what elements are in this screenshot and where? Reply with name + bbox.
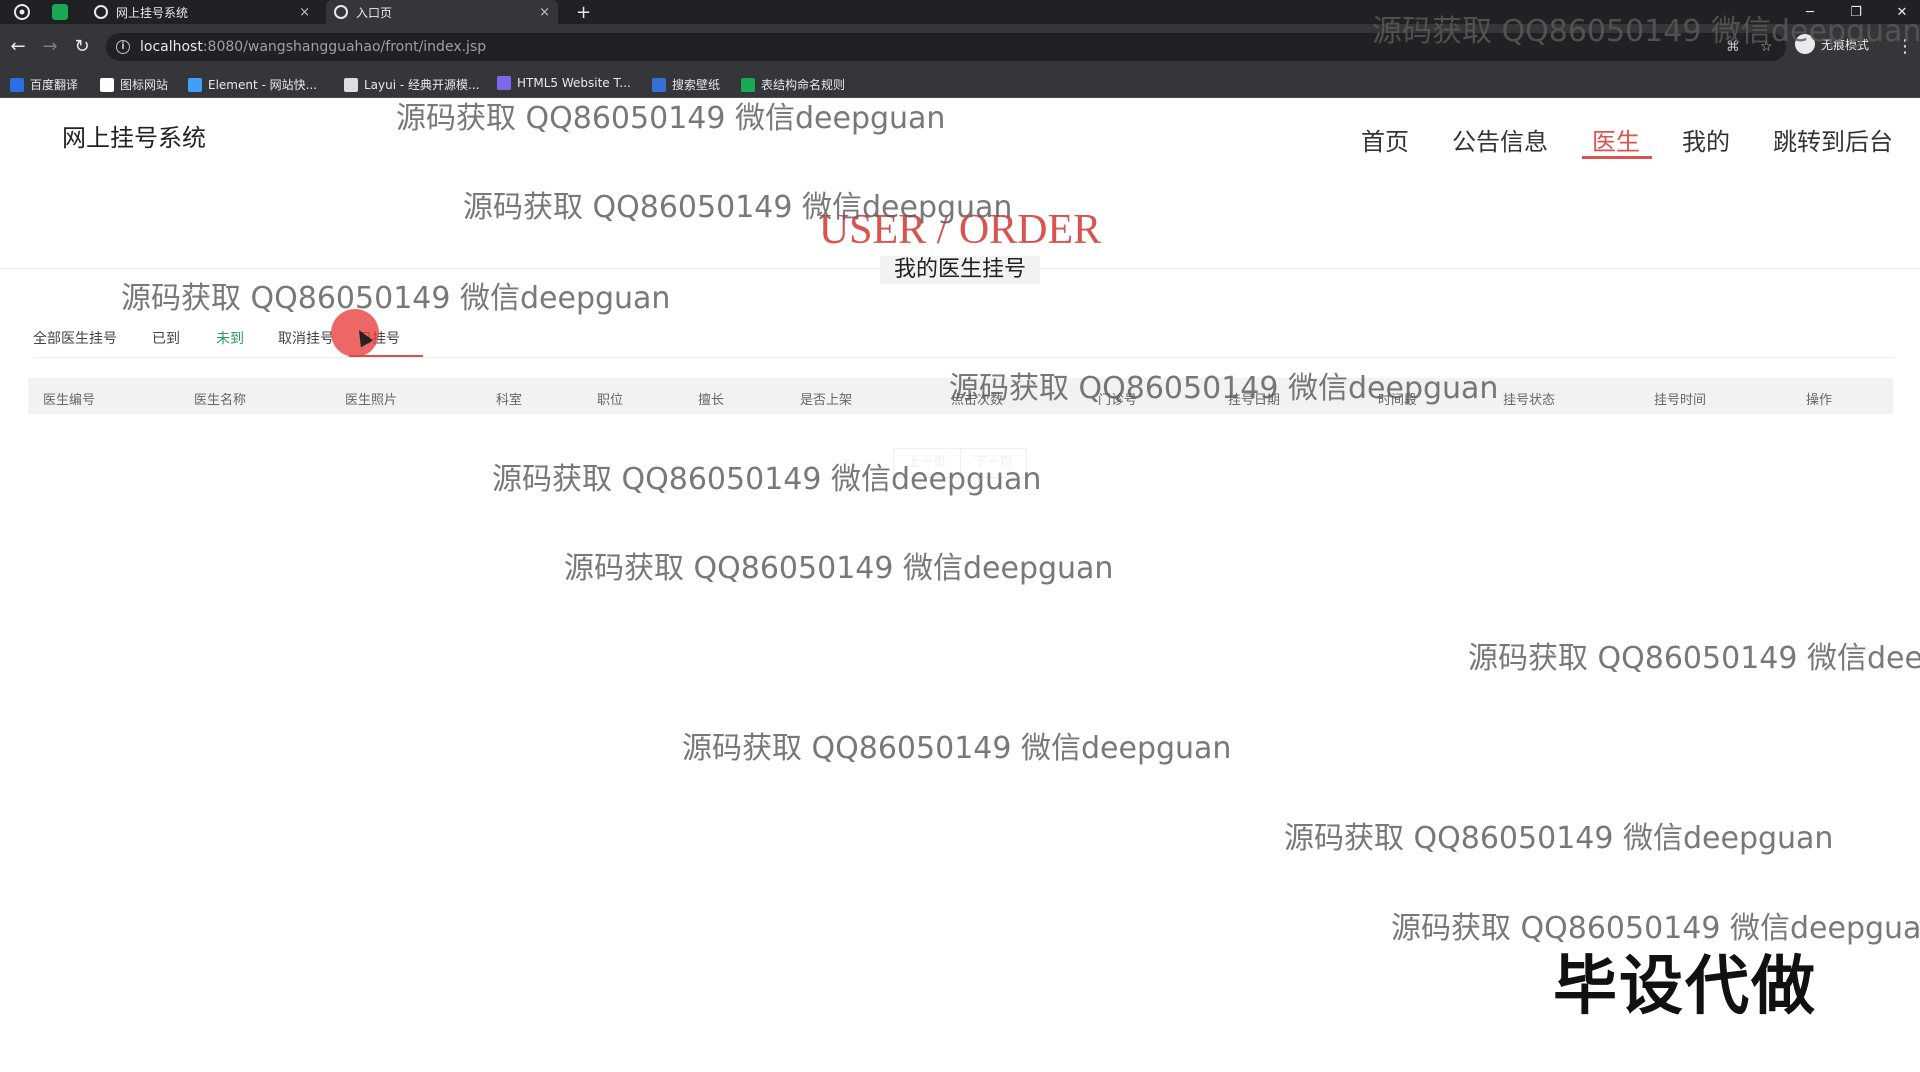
bookmark-icon bbox=[741, 77, 755, 92]
column-header[interactable]: 操作 bbox=[1806, 389, 1832, 408]
bookmark-icon bbox=[100, 77, 114, 92]
close-tab-icon[interactable]: × bbox=[299, 5, 310, 20]
back-arrow-icon[interactable]: ← bbox=[7, 36, 29, 58]
watermark: 源码获取 QQ86050149 微信deepguan bbox=[564, 551, 1114, 586]
column-header[interactable]: 挂号日期 bbox=[1228, 389, 1280, 408]
column-header[interactable]: 医生名称 bbox=[194, 389, 246, 408]
next-page-button[interactable]: 下一页 bbox=[959, 449, 1027, 477]
url-host: localhost bbox=[140, 39, 203, 55]
bookmark-item[interactable]: 百度翻译 bbox=[10, 76, 78, 93]
prev-page-button[interactable]: 上一页 bbox=[894, 449, 960, 477]
bookmark-icon bbox=[344, 77, 358, 92]
watermark: 源码获取 QQ86050149 微信deepguan bbox=[396, 101, 946, 136]
incognito-label: 无痕模式 bbox=[1821, 37, 1870, 52]
nav-admin[interactable]: 跳转到后台 bbox=[1773, 122, 1893, 157]
forward-arrow-icon[interactable]: → bbox=[39, 36, 61, 58]
bookmarks-bar: 百度翻译 图标网站 Element - 网站快... Layui - 经典开源模… bbox=[0, 70, 1920, 98]
translate-icon[interactable]: ⌘ bbox=[1726, 33, 1740, 61]
column-header[interactable]: 医生照片 bbox=[345, 389, 397, 408]
section-subtitle: 我的医生挂号 bbox=[880, 256, 1040, 284]
column-header[interactable]: 职位 bbox=[597, 389, 623, 408]
sheet-app-icon[interactable] bbox=[52, 4, 68, 20]
tab-entry-page[interactable]: 入口页 × bbox=[326, 0, 558, 24]
tab-not-arrived[interactable]: 未到 bbox=[216, 328, 244, 348]
tab-title: 网上挂号系统 bbox=[116, 5, 189, 20]
nav-home[interactable]: 首页 bbox=[1361, 122, 1409, 157]
bookmark-icon bbox=[652, 77, 666, 92]
column-header[interactable]: 擅长 bbox=[698, 389, 724, 408]
close-tab-icon[interactable]: × bbox=[539, 5, 550, 20]
browser-more-icon[interactable]: ⋮ bbox=[1894, 36, 1916, 58]
watermark: 源码获取 QQ86050149 微信deepguan bbox=[1284, 821, 1834, 856]
browser-toolbar: ← → ↻ i localhost:8080/wangshangguahao/f… bbox=[0, 24, 1920, 70]
registration-table-header: 医生编号 医生名称 医生照片 科室 职位 擅长 是否上架 点击次数 门诊号 挂号… bbox=[28, 378, 1893, 414]
incognito-icon bbox=[1795, 34, 1815, 54]
bookmark-item[interactable]: Element - 网站快... bbox=[188, 76, 317, 93]
bookmark-item[interactable]: HTML5 Website T... bbox=[497, 76, 631, 90]
tab-cancelled[interactable]: 取消挂号 bbox=[278, 328, 334, 348]
bookmark-item[interactable]: 表结构命名规则 bbox=[741, 76, 845, 93]
watermark: 源码获取 QQ86050149 微信deepguan bbox=[121, 281, 671, 316]
incognito-indicator[interactable]: 无痕模式 bbox=[1795, 34, 1869, 54]
new-tab-button[interactable]: + bbox=[576, 0, 591, 24]
nav-my[interactable]: 我的 bbox=[1682, 122, 1730, 157]
minimize-icon[interactable]: ─ bbox=[1790, 0, 1830, 24]
pagination: 上一页 下一页 bbox=[893, 448, 1027, 478]
reload-icon[interactable]: ↻ bbox=[71, 36, 93, 58]
nav-doctors[interactable]: 医生 bbox=[1592, 122, 1640, 157]
section-title: USER / ORDER bbox=[818, 207, 1102, 253]
bookmark-item[interactable]: 图标网站 bbox=[100, 76, 168, 93]
column-header[interactable]: 点击次数 bbox=[951, 389, 1003, 408]
address-bar[interactable]: i localhost:8080/wangshangguahao/front/i… bbox=[106, 33, 1786, 61]
promo-stamp: 毕设代做 bbox=[1553, 950, 1817, 1024]
nav-active-underline bbox=[1582, 156, 1652, 159]
column-header[interactable]: 挂号时间 bbox=[1654, 389, 1706, 408]
tab-arrived[interactable]: 已到 bbox=[152, 328, 180, 348]
globe-icon bbox=[334, 5, 348, 19]
restore-icon[interactable]: ❐ bbox=[1836, 0, 1876, 24]
bookmark-icon bbox=[10, 77, 24, 92]
nav-announcements[interactable]: 公告信息 bbox=[1452, 122, 1548, 157]
bookmark-star-icon[interactable]: ☆ bbox=[1760, 33, 1773, 61]
bookmark-item[interactable]: Layui - 经典开源模... bbox=[344, 76, 479, 93]
column-header[interactable]: 挂号状态 bbox=[1503, 389, 1555, 408]
browser-menu-icon[interactable] bbox=[14, 4, 30, 20]
column-header[interactable]: 是否上架 bbox=[800, 389, 852, 408]
column-header[interactable]: 时间段 bbox=[1378, 389, 1417, 408]
site-info-icon[interactable]: i bbox=[116, 40, 130, 54]
browser-tab-bar: 网上挂号系统 × 入口页 × + ─ ❐ ✕ bbox=[0, 0, 1920, 24]
column-header[interactable]: 科室 bbox=[496, 389, 522, 408]
tab-all-registrations[interactable]: 全部医生挂号 bbox=[33, 328, 117, 348]
registration-filter-tabs: 全部医生挂号 已到 未到 取消挂号 已挂号 bbox=[33, 328, 1893, 358]
site-title[interactable]: 网上挂号系统 bbox=[62, 118, 206, 153]
bookmark-icon bbox=[497, 76, 511, 90]
window-close-icon[interactable]: ✕ bbox=[1882, 0, 1920, 24]
url-path: :8080/wangshangguahao/front/index.jsp bbox=[202, 39, 487, 55]
tab-title: 入口页 bbox=[356, 5, 393, 20]
column-header[interactable]: 门诊号 bbox=[1098, 389, 1137, 408]
bookmark-icon bbox=[188, 77, 202, 92]
globe-icon bbox=[94, 5, 108, 19]
bookmark-item[interactable]: 搜索壁纸 bbox=[652, 76, 720, 93]
tab-online-registration[interactable]: 网上挂号系统 × bbox=[86, 0, 318, 24]
watermark: 源码获取 QQ86050149 微信deepguan bbox=[1468, 641, 1920, 676]
watermark: 源码获取 QQ86050149 微信deepguan bbox=[682, 731, 1232, 766]
column-header[interactable]: 医生编号 bbox=[43, 389, 95, 408]
